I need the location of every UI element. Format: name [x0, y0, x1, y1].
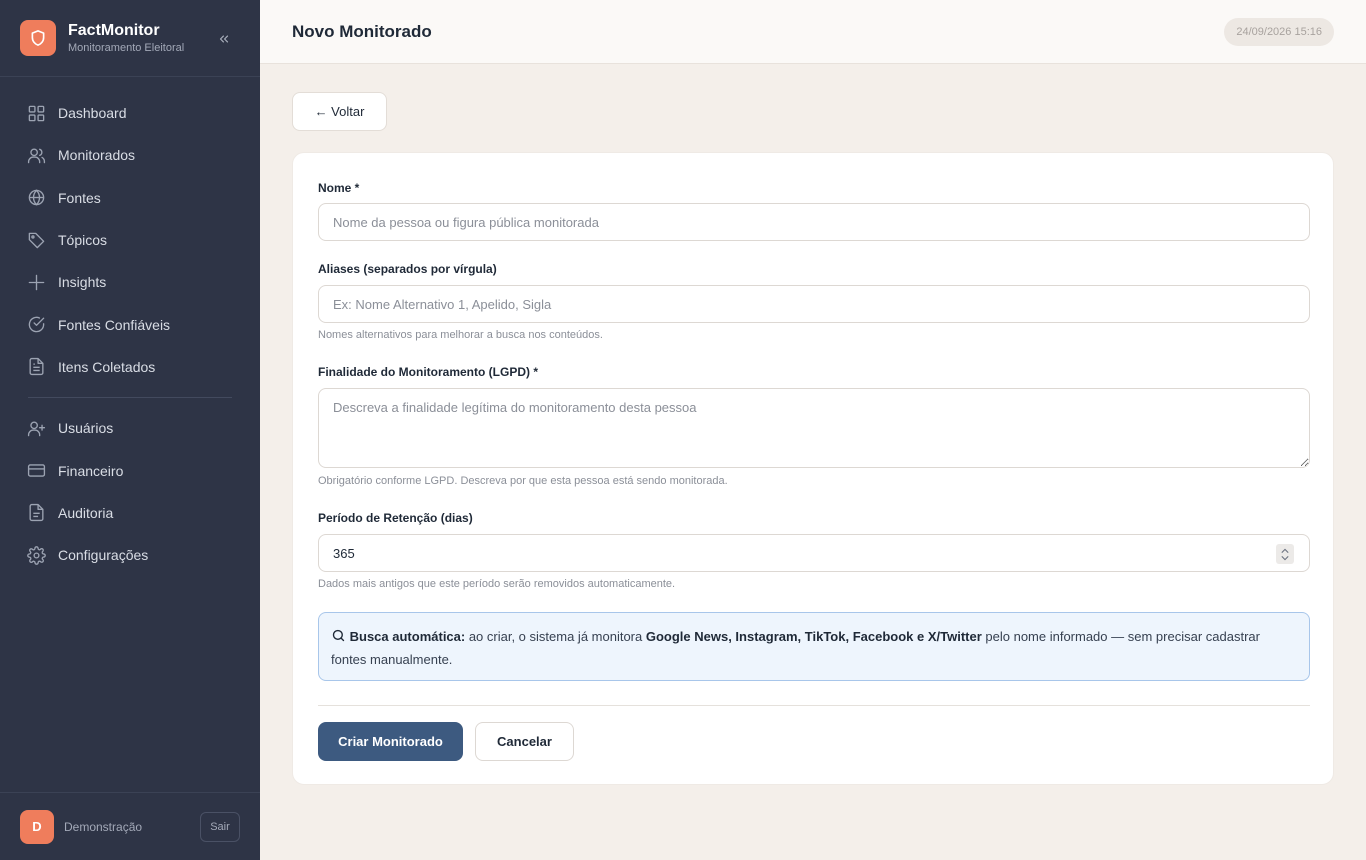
sidebar-item-fontes[interactable]: Fontes: [0, 177, 260, 219]
aliases-label: Aliases (separados por vírgula): [318, 262, 497, 276]
form-divider: [318, 705, 1310, 706]
check-circle-icon: [26, 315, 46, 335]
chevron-down-icon: [1281, 555, 1289, 560]
create-monitorado-button[interactable]: Criar Monitorado: [318, 722, 463, 761]
grid-icon: [26, 103, 46, 123]
sidebar-item-itens-coletados[interactable]: Itens Coletados: [0, 346, 260, 388]
shield-logo-icon: [20, 20, 56, 56]
sidebar-item-usuarios[interactable]: Usuários: [0, 407, 260, 449]
number-stepper[interactable]: [1276, 544, 1294, 564]
info-platforms: Google News, Instagram, TikTok, Facebook…: [645, 629, 982, 644]
form-card: Nome * Aliases (separados por vírgula) N…: [292, 152, 1334, 785]
sidebar-item-label: Configurações: [58, 547, 149, 564]
avatar: D: [20, 809, 54, 844]
sidebar-item-auditoria[interactable]: Auditoria: [0, 492, 260, 534]
search-icon: [331, 628, 346, 649]
retention-hint: Dados mais antigos que este período serã…: [318, 578, 676, 590]
user-name: Demonstração: [64, 819, 143, 834]
sidebar-item-label: Auditoria: [58, 504, 114, 521]
sidebar-item-monitorados[interactable]: Monitorados: [0, 134, 260, 176]
auto-search-info-box: Busca automática: ao criar, o sistema já…: [318, 612, 1310, 681]
sidebar-nav: Dashboard Monitorados Fontes Tópicos Ins…: [0, 77, 260, 576]
sidebar-item-configuracoes[interactable]: Configurações: [0, 534, 260, 576]
brand-subtitle: Monitoramento Eleitoral: [68, 41, 185, 54]
credit-card-icon: [26, 461, 46, 481]
purpose-hint: Obrigatório conforme LGPD. Descreva por …: [318, 475, 728, 487]
back-button[interactable]: ← Voltar: [292, 92, 387, 131]
tag-icon: [26, 230, 46, 250]
brand-name: FactMonitor: [68, 21, 160, 39]
collapse-sidebar-button[interactable]: [214, 29, 234, 49]
user-bar: D Demonstração Sair: [0, 792, 260, 860]
retention-label: Período de Retenção (dias): [318, 511, 473, 525]
document-icon: [26, 357, 46, 377]
sidebar-item-label: Insights: [58, 274, 107, 291]
brand-header: FactMonitor Monitoramento Eleitoral: [0, 0, 260, 77]
sidebar-item-fontes-confiaveis[interactable]: Fontes Confiáveis: [0, 303, 260, 345]
sidebar-item-financeiro[interactable]: Financeiro: [0, 449, 260, 491]
sidebar-divider: [28, 397, 232, 399]
timestamp-badge: 24/09/2026 15:16: [1224, 17, 1334, 46]
sidebar-item-label: Fontes: [58, 189, 101, 206]
clipboard-icon: [26, 503, 46, 523]
sidebar-item-label: Monitorados: [58, 147, 136, 164]
sidebar-item-label: Usuários: [58, 420, 114, 437]
name-label: Nome *: [318, 181, 360, 195]
sidebar-item-topicos[interactable]: Tópicos: [0, 219, 260, 261]
user-plus-icon: [26, 418, 46, 438]
top-bar: Novo Monitorado 24/09/2026 15:16: [260, 0, 1366, 64]
name-input[interactable]: [318, 203, 1310, 241]
page-title: Novo Monitorado: [292, 21, 432, 41]
sidebar: FactMonitor Monitoramento Eleitoral Dash…: [0, 0, 260, 860]
chevrons-left-icon: [219, 35, 229, 43]
sidebar-item-label: Financeiro: [58, 462, 124, 479]
aliases-input[interactable]: [318, 285, 1310, 323]
sidebar-item-label: Itens Coletados: [58, 358, 156, 375]
plus-icon: [26, 272, 46, 292]
purpose-textarea[interactable]: [318, 388, 1310, 468]
aliases-hint: Nomes alternativos para melhorar a busca…: [318, 329, 603, 341]
users-icon: [26, 145, 46, 165]
sidebar-item-label: Tópicos: [58, 232, 108, 249]
sidebar-item-dashboard[interactable]: Dashboard: [0, 92, 260, 134]
cancel-button[interactable]: Cancelar: [475, 722, 574, 761]
sidebar-item-label: Dashboard: [58, 105, 127, 122]
globe-icon: [26, 188, 46, 208]
sidebar-item-insights[interactable]: Insights: [0, 261, 260, 303]
logout-button[interactable]: Sair: [200, 811, 240, 842]
info-title: Busca automática:: [349, 629, 466, 644]
gear-icon: [26, 545, 46, 565]
sidebar-item-label: Fontes Confiáveis: [58, 316, 171, 333]
chevron-up-icon: [1281, 548, 1289, 553]
purpose-label: Finalidade do Monitoramento (LGPD) *: [318, 365, 538, 379]
retention-input[interactable]: [318, 534, 1310, 572]
info-text-before: ao criar, o sistema já monitora: [465, 629, 646, 644]
